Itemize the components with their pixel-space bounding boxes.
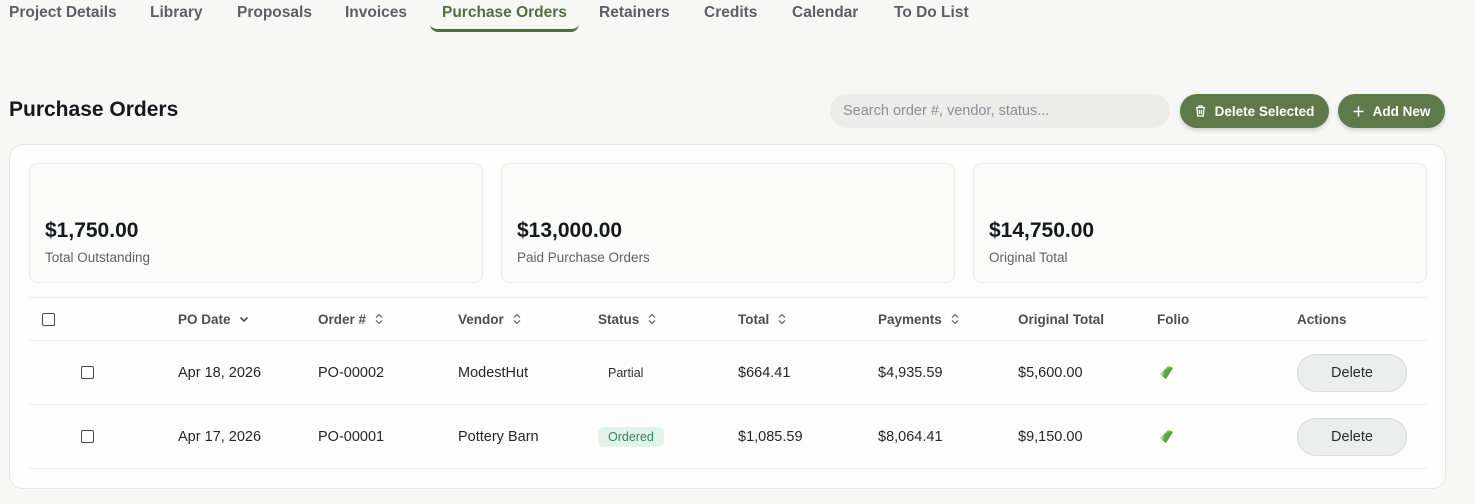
stat-value: $14,750.00 <box>989 219 1095 242</box>
add-new-button[interactable]: Add New <box>1338 94 1445 128</box>
stat-label: Paid Purchase Orders <box>517 250 650 265</box>
column-po-date[interactable]: PO Date <box>178 298 249 340</box>
tab-credits[interactable]: Credits <box>704 0 757 32</box>
tab-to-do-list[interactable]: To Do List <box>894 0 969 32</box>
table-row: Apr 18, 2026 PO-00002 ModestHut Partial … <box>29 341 1427 405</box>
column-order-number[interactable]: Order # <box>318 298 384 340</box>
stat-original-total: $14,750.00 Original Total <box>973 163 1427 283</box>
payments-cell: $8,064.41 <box>878 428 943 445</box>
column-label: Total <box>738 311 770 327</box>
order-number-cell: PO-00002 <box>318 364 385 381</box>
tab-retainers[interactable]: Retainers <box>599 0 670 32</box>
delete-selected-label: Delete Selected <box>1214 103 1315 119</box>
sort-updown-icon <box>950 313 960 325</box>
row-select-cell <box>81 341 94 404</box>
folio-cell <box>1157 341 1177 404</box>
page-title: Purchase Orders <box>9 98 179 121</box>
row-select-cell <box>81 405 94 468</box>
column-payments[interactable]: Payments <box>878 298 960 340</box>
actions-cell: Delete <box>1297 341 1407 404</box>
delete-selected-button[interactable]: Delete Selected <box>1180 94 1329 128</box>
original-total-cell: $5,600.00 <box>1018 364 1083 381</box>
plus-icon <box>1353 105 1365 118</box>
status-badge: Partial <box>608 365 644 380</box>
tab-calendar[interactable]: Calendar <box>792 0 858 32</box>
stat-label: Total Outstanding <box>45 250 151 265</box>
table-header: PO Date Order # Vendor Status Total Paym… <box>29 297 1427 341</box>
actions-cell: Delete <box>1297 405 1407 468</box>
purchase-orders-table: PO Date Order # Vendor Status Total Paym… <box>29 297 1427 469</box>
trash-icon <box>1195 105 1207 118</box>
select-all-cell <box>42 298 55 340</box>
tab-project-details[interactable]: Project Details <box>9 0 117 32</box>
tab-proposals[interactable]: Proposals <box>237 0 312 32</box>
purchase-orders-card: $1,750.00 Total Outstanding $13,000.00 P… <box>9 144 1446 489</box>
tab-purchase-orders[interactable]: Purchase Orders <box>430 0 579 32</box>
column-label: Status <box>598 311 640 327</box>
column-label: Vendor <box>458 311 504 327</box>
tab-library[interactable]: Library <box>150 0 203 32</box>
column-total[interactable]: Total <box>738 298 787 340</box>
vendor-cell: Pottery Barn <box>458 428 539 445</box>
sort-updown-icon <box>647 313 657 325</box>
status-cell: Ordered <box>598 405 664 468</box>
payments-cell: $4,935.59 <box>878 364 943 381</box>
status-badge: Ordered <box>598 426 664 447</box>
row-checkbox[interactable] <box>81 366 94 379</box>
order-number-cell: PO-00001 <box>318 428 385 445</box>
original-total-cell: $9,150.00 <box>1018 428 1083 445</box>
status-cell: Partial <box>598 341 653 404</box>
column-actions: Actions <box>1297 298 1347 340</box>
select-all-checkbox[interactable] <box>42 312 55 326</box>
column-vendor[interactable]: Vendor <box>458 298 522 340</box>
po-date-cell: Apr 18, 2026 <box>178 364 262 381</box>
column-label: Actions <box>1297 311 1347 327</box>
column-folio: Folio <box>1157 298 1189 340</box>
vendor-cell: ModestHut <box>458 364 529 381</box>
chevron-down-icon <box>239 313 249 325</box>
po-date-cell: Apr 17, 2026 <box>178 428 262 445</box>
folio-leaf-icon[interactable] <box>1157 427 1177 447</box>
total-cell: $1,085.59 <box>738 428 803 445</box>
stat-value: $1,750.00 <box>45 219 139 242</box>
sort-updown-icon <box>777 313 787 325</box>
stat-paid-purchase-orders: $13,000.00 Paid Purchase Orders <box>501 163 955 283</box>
column-status[interactable]: Status <box>598 298 657 340</box>
tab-invoices[interactable]: Invoices <box>345 0 407 32</box>
sort-updown-icon <box>512 313 522 325</box>
table-row: Apr 17, 2026 PO-00001 Pottery Barn Order… <box>29 405 1427 469</box>
column-label: Order # <box>318 311 367 327</box>
row-checkbox[interactable] <box>81 430 94 443</box>
folio-leaf-icon[interactable] <box>1157 363 1177 383</box>
delete-row-button[interactable]: Delete <box>1297 353 1407 392</box>
column-label: PO Date <box>178 311 231 327</box>
folio-cell <box>1157 405 1177 468</box>
column-label: Original Total <box>1018 311 1105 327</box>
stat-total-outstanding: $1,750.00 Total Outstanding <box>29 163 483 283</box>
stat-value: $13,000.00 <box>517 219 623 242</box>
total-cell: $664.41 <box>738 364 791 381</box>
column-label: Payments <box>878 311 942 327</box>
search-input[interactable] <box>830 94 1170 128</box>
column-original-total: Original Total <box>1018 298 1104 340</box>
column-label: Folio <box>1157 311 1190 327</box>
add-new-label: Add New <box>1372 103 1431 119</box>
delete-row-button[interactable]: Delete <box>1297 417 1407 456</box>
stat-label: Original Total <box>989 250 1068 265</box>
sort-updown-icon <box>374 313 384 325</box>
